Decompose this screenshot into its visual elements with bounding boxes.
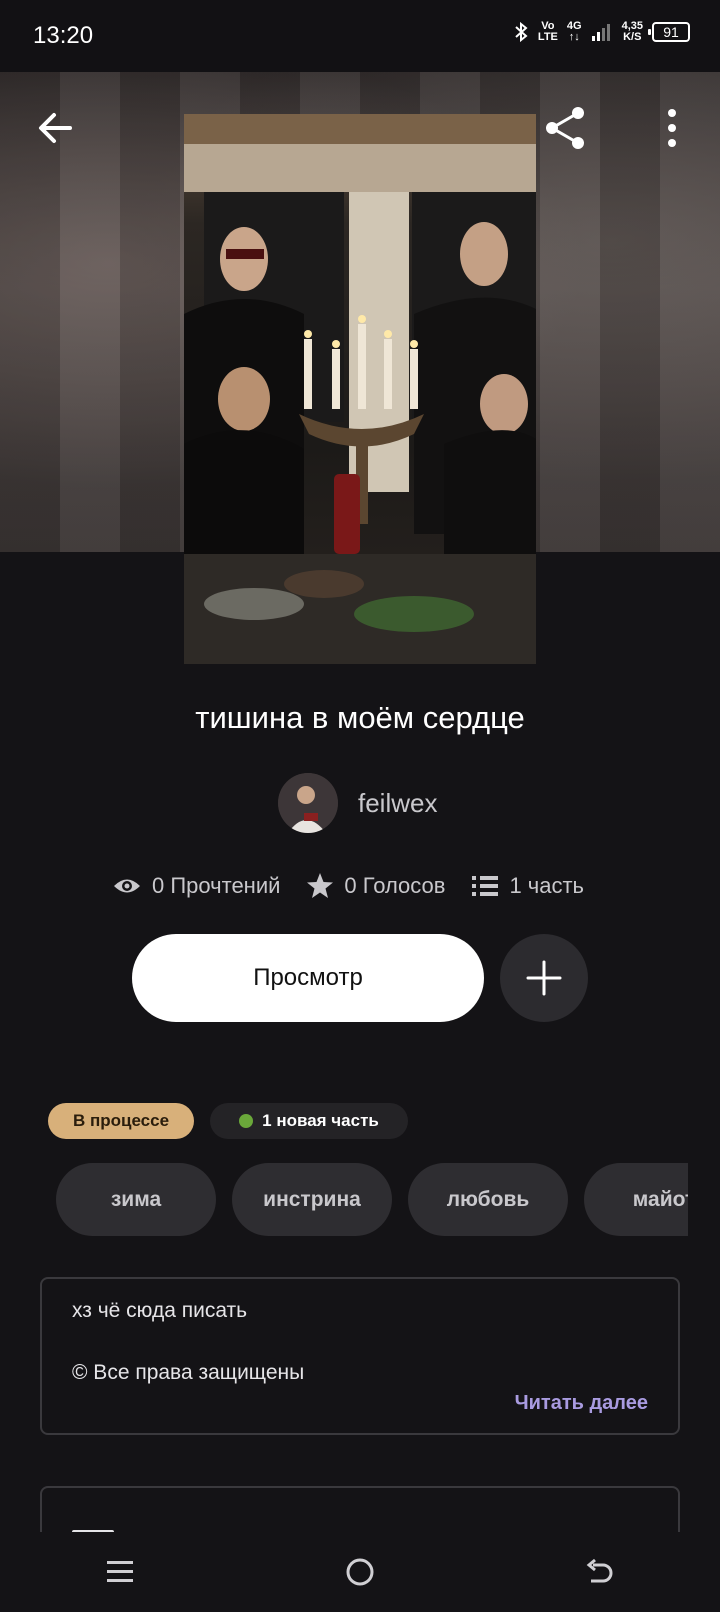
volte-indicator: Vo LTE bbox=[537, 20, 558, 43]
author-avatar[interactable] bbox=[278, 773, 338, 833]
tag-chip[interactable]: любовь bbox=[408, 1163, 568, 1236]
parts-stat: 1 часть bbox=[471, 873, 584, 899]
status-icons: Vo LTE 4G ↑↓ 4,35 K/S 91 bbox=[513, 20, 690, 44]
network-4g-indicator: 4G ↑↓ bbox=[566, 20, 582, 43]
share-icon bbox=[546, 107, 584, 149]
new-part-badge: 1 новая часть bbox=[210, 1103, 408, 1139]
read-more-link[interactable]: Читать далее bbox=[515, 1392, 648, 1415]
status-badge-in-progress: В процессе bbox=[48, 1103, 194, 1139]
battery-indicator: 91 bbox=[648, 22, 690, 42]
plus-icon bbox=[526, 960, 562, 996]
status-time: 13:20 bbox=[33, 22, 94, 49]
network-speed: 4,35 K/S bbox=[621, 20, 643, 43]
new-indicator-dot bbox=[239, 1114, 254, 1128]
tag-chip[interactable]: майот bbox=[584, 1163, 688, 1236]
parts-count: 1 часть bbox=[509, 872, 585, 898]
system-navigation-bar bbox=[0, 1532, 720, 1612]
votes-stat: 0 Голосов bbox=[306, 872, 445, 899]
description-card: хз чё сюда писать © Все права защищены Ч… bbox=[40, 1277, 680, 1435]
cover-photo-illustration bbox=[184, 114, 536, 664]
more-vertical-icon bbox=[668, 109, 676, 147]
star-icon bbox=[307, 873, 334, 898]
story-stats: 0 Прочтений 0 Голосов 1 часть bbox=[112, 872, 584, 899]
share-button[interactable] bbox=[542, 104, 590, 152]
nav-menu-button[interactable] bbox=[90, 1542, 150, 1602]
avatar-photo bbox=[278, 773, 338, 833]
back-button[interactable] bbox=[32, 104, 80, 152]
arrow-left-icon bbox=[39, 113, 72, 143]
tags-row[interactable]: зима инстрина любовь майот bbox=[56, 1163, 688, 1236]
tag-chip[interactable]: инстрина bbox=[232, 1163, 392, 1236]
new-part-label: 1 новая часть bbox=[262, 1111, 379, 1130]
list-icon bbox=[472, 875, 499, 896]
story-title: тишина в моём сердце bbox=[195, 700, 525, 735]
view-button[interactable]: Просмотр bbox=[132, 934, 484, 1022]
bluetooth-icon bbox=[515, 21, 528, 43]
tag-chip[interactable]: зима bbox=[56, 1163, 216, 1236]
reads-stat: 0 Прочтений bbox=[112, 873, 280, 899]
more-options-button[interactable] bbox=[648, 104, 696, 152]
back-icon bbox=[586, 1558, 613, 1583]
story-cover-image bbox=[184, 114, 536, 664]
signal-icon bbox=[591, 24, 610, 41]
menu-icon bbox=[107, 1561, 133, 1582]
nav-back-button[interactable] bbox=[570, 1542, 630, 1602]
votes-count: 0 Голосов bbox=[344, 872, 446, 898]
author-name[interactable]: feilwex bbox=[358, 788, 437, 819]
home-circle-icon bbox=[346, 1558, 374, 1586]
eye-icon bbox=[114, 879, 140, 892]
status-bar: 13:20 Vo LTE 4G ↑↓ 4,35 K/S 91 bbox=[0, 0, 720, 72]
copyright-text: © Все права защищены bbox=[72, 1361, 305, 1384]
nav-home-button[interactable] bbox=[330, 1542, 390, 1602]
reads-count: 0 Прочтений bbox=[152, 872, 281, 898]
description-text: хз чё сюда писать bbox=[72, 1299, 248, 1322]
add-to-library-button[interactable] bbox=[500, 934, 588, 1022]
